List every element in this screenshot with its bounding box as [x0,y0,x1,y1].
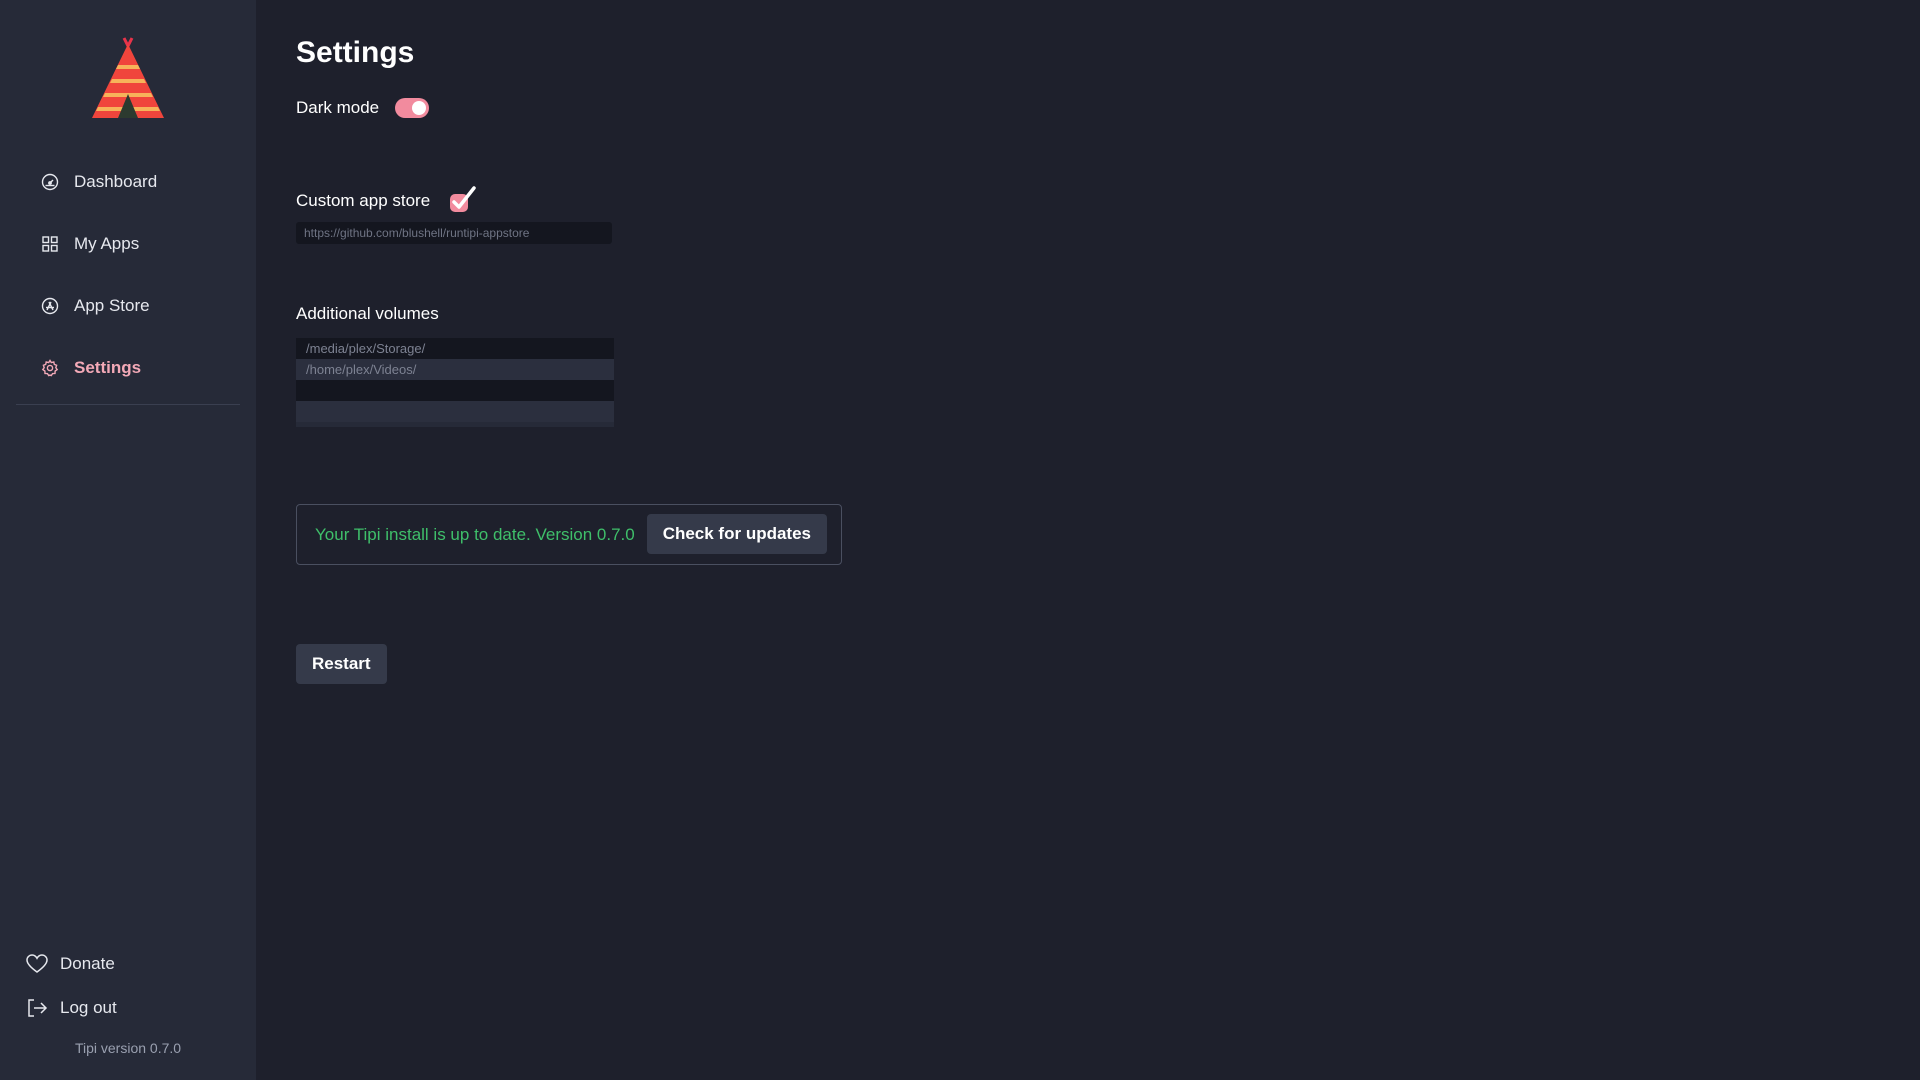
volume-row[interactable] [296,380,614,401]
dark-mode-label: Dark mode [296,98,380,117]
sidebar-divider [16,404,240,405]
checkmark-icon [450,186,476,212]
version-footer: Tipi version 0.7.0 [74,1040,182,1056]
donate-label: Donate [60,954,115,973]
custom-store-url-input[interactable] [296,222,612,244]
sidebar-item-label: My Apps [74,234,140,253]
sidebar-item-label: Settings [74,358,142,377]
volumes-label: Additional volumes [296,304,439,323]
volume-row[interactable] [296,401,614,422]
sidebar-item-my-apps[interactable]: My Apps [40,230,139,258]
logout-label: Log out [60,998,117,1017]
volume-row[interactable]: /home/plex/Videos/ [296,359,614,380]
sidebar-item-settings[interactable]: Settings [40,354,141,382]
dark-mode-toggle[interactable] [395,98,430,118]
gauge-icon [40,172,60,192]
sidebar-item-label: Dashboard [74,172,158,191]
custom-store-label: Custom app store [296,191,431,210]
heart-icon [26,954,48,974]
donate-link[interactable]: Donate [26,950,115,978]
grid-icon [40,234,60,254]
logout-icon [26,998,48,1018]
custom-store-row: Custom app store [296,186,478,216]
restart-button[interactable]: Restart [296,644,387,684]
update-status-box: Your Tipi install is up to date. Version… [296,504,842,565]
main-content: Settings Dark mode Custom app store Addi… [256,0,1920,1080]
update-status-text: Your Tipi install is up to date. Version… [315,524,635,544]
toggle-knob [412,101,427,115]
sidebar: Dashboard My Apps App Store Settings Don… [0,0,256,1080]
tipi-logo[interactable] [90,36,166,118]
sidebar-item-app-store[interactable]: App Store [40,292,150,320]
dark-mode-row: Dark mode [296,98,430,118]
sidebar-item-label: App Store [74,296,150,315]
app-root: Dashboard My Apps App Store Settings Don… [0,0,1920,1080]
sidebar-item-dashboard[interactable]: Dashboard [40,168,157,196]
gear-icon [40,358,60,378]
app-store-icon [40,296,60,316]
volume-row[interactable]: /media/plex/Storage/ [296,338,614,359]
check-updates-button[interactable]: Check for updates [646,514,827,554]
volumes-list: /media/plex/Storage/ /home/plex/Videos/ [296,338,614,427]
page-title: Settings [296,36,415,69]
custom-store-checkbox[interactable] [448,186,478,216]
logout-link[interactable]: Log out [26,994,117,1022]
